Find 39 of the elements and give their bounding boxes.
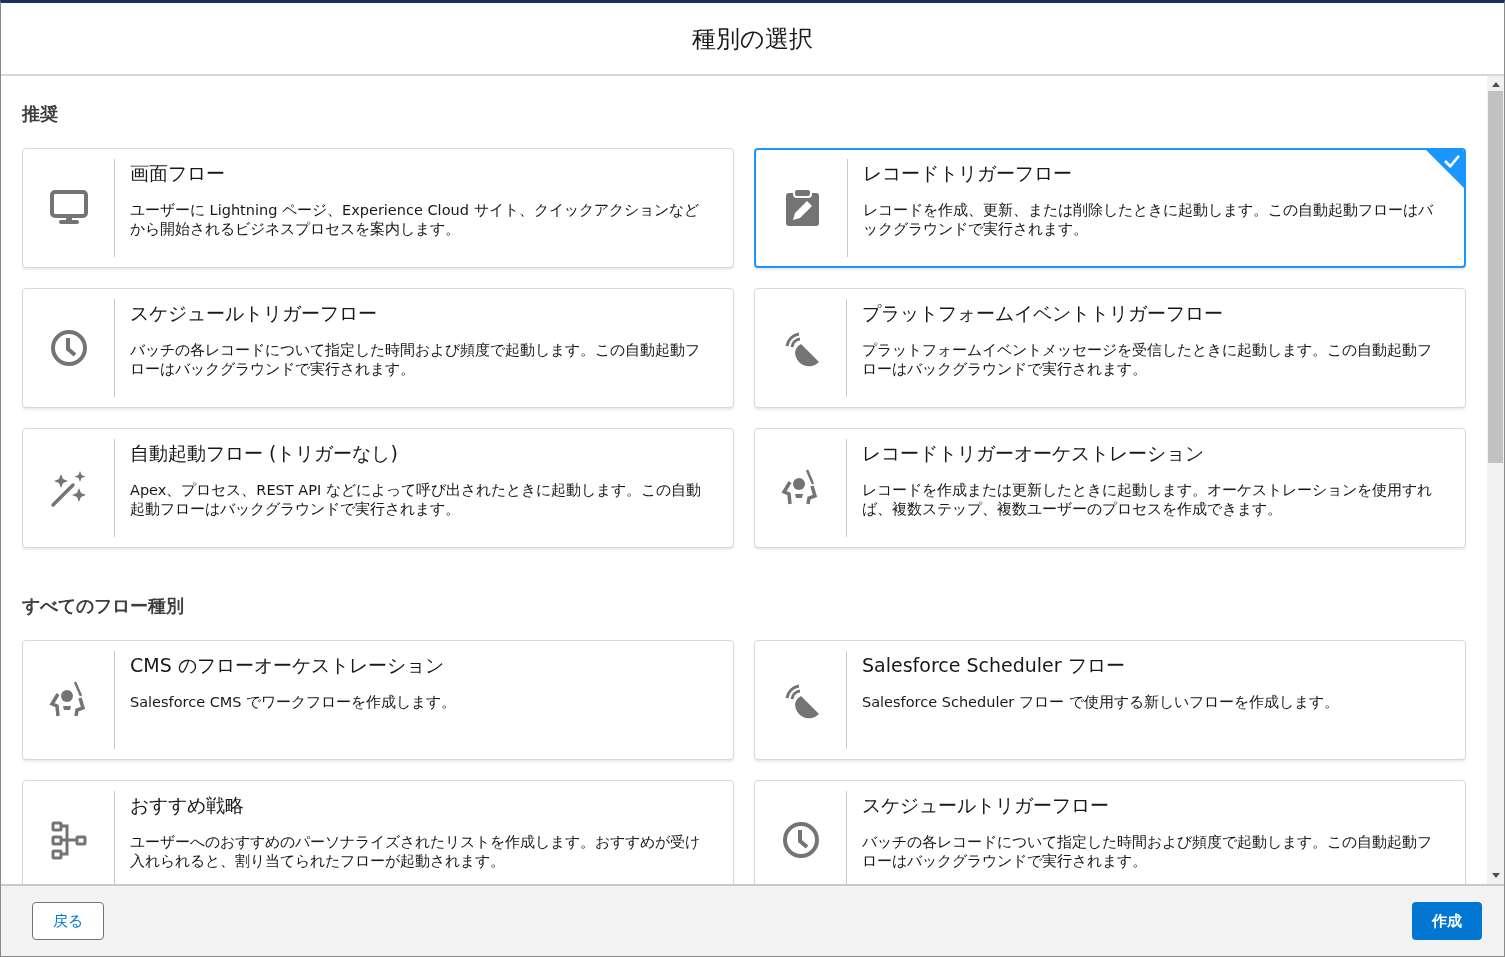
card-title: スケジュールトリガーフロー: [130, 301, 378, 326]
card-description: プラットフォームイベントメッセージを受信したときに起動します。この自動起動フローはバックグラウンドで実行されます。: [862, 341, 1433, 379]
card-description: バッチの各レコードについて指定した時間および頻度で起動します。この自動起動フローはバックグラウンドで実行されます。: [130, 341, 701, 379]
flow-type-card[interactable]: CMS のフローオーケストレーション Salesforce CMS でワークフローを作成します。: [22, 640, 734, 760]
card-description: ユーザーへのおすすめのパーソナライズされたリストを作成します。おすすめが受け入れられると、割り当てられたフローが起動されます。: [130, 833, 701, 871]
flow-type-card[interactable]: プラットフォームイベントトリガーフロー プラットフォームイベントメッセージを受信したときに起動します。この自動起動フローはバックグラウンドで実行されます。: [754, 288, 1466, 408]
flow-type-card[interactable]: Salesforce Scheduler フロー Salesforce Scheduler フロー で使用する新しいフローを作成します。: [754, 640, 1466, 760]
check-icon: [1443, 154, 1461, 168]
flow-type-card[interactable]: レコードトリガーフロー レコードを作成、更新、または削除したときに起動します。この自動起動フローはバックグラウンドで実行されます。: [754, 148, 1466, 268]
flow-type-card[interactable]: 画面フロー ユーザーに Lightning ページ、Experience Cloud サイト、クイックアクションなどから開始されるビジネスプロセスを案内します。: [22, 148, 734, 268]
flow-type-card[interactable]: スケジュールトリガーフロー バッチの各レコードについて指定した時間および頻度で起動します。この自動起動フローはバックグラウンドで実行されます。: [22, 288, 734, 408]
card-description: バッチの各レコードについて指定した時間および頻度で起動します。この自動起動フローはバックグラウンドで実行されます。: [862, 833, 1433, 871]
flow-type-card[interactable]: スケジュールトリガーフロー バッチの各レコードについて指定した時間および頻度で起動します。この自動起動フローはバックグラウンドで実行されます。: [754, 780, 1466, 884]
card-description: レコードを作成、更新、または削除したときに起動します。この自動起動フローはバックグラウンドで実行されます。: [863, 201, 1434, 239]
card-title: CMS のフローオーケストレーション: [130, 653, 445, 678]
card-description: Salesforce Scheduler フロー で使用する新しいフローを作成します。: [862, 693, 1339, 712]
flow-type-card[interactable]: レコードトリガーオーケストレーション レコードを作成または更新したときに起動します。オーケストレーションを使用すれば、複数ステップ、複数ユーザーのプロセスを作成できます。: [754, 428, 1466, 548]
back-button[interactable]: 戻る: [32, 902, 104, 940]
card-title: Salesforce Scheduler フロー: [862, 653, 1126, 678]
card-title: おすすめ戦略: [130, 793, 245, 818]
flow-type-card[interactable]: 自動起動フロー (トリガーなし) Apex、プロセス、REST API などによって呼び出されたときに起動します。この自動起動フローはバックグラウンドで実行されます。: [22, 428, 734, 548]
create-button[interactable]: 作成: [1412, 902, 1482, 940]
scrollbar[interactable]: [1487, 76, 1504, 884]
card-description: Salesforce CMS でワークフローを作成します。: [130, 693, 457, 712]
flow-type-card[interactable]: おすすめ戦略 ユーザーへのおすすめのパーソナライズされたリストを作成します。おすすめが受け入れられると、割り当てられたフローが起動されます。: [22, 780, 734, 884]
section-heading: すべてのフロー種別: [22, 594, 185, 618]
card-title: 画面フロー: [130, 161, 226, 186]
card-title: プラットフォームイベントトリガーフロー: [862, 301, 1224, 326]
card-title: 自動起動フロー (トリガーなし): [130, 441, 399, 466]
card-description: ユーザーに Lightning ページ、Experience Cloud サイト、クイックアクションなどから開始されるビジネスプロセスを案内します。: [130, 201, 700, 239]
card-title: スケジュールトリガーフロー: [862, 793, 1110, 818]
card-description: Apex、プロセス、REST API などによって呼び出されたときに起動します。この自動起動フローはバックグラウンドで実行されます。: [130, 481, 702, 519]
clock-icon: [780, 820, 821, 860]
clock-icon: [48, 328, 89, 368]
card-title: レコードトリガーフロー: [863, 161, 1073, 186]
card-description: レコードを作成または更新したときに起動します。オーケストレーションを使用すれば、複数ステップ、複数ユーザーのプロセスを作成できます。: [862, 481, 1433, 519]
section-heading: 推奨: [22, 102, 59, 126]
card-title: レコードトリガーオーケストレーション: [862, 441, 1205, 466]
modal-title: 種別の選択: [692, 23, 813, 55]
